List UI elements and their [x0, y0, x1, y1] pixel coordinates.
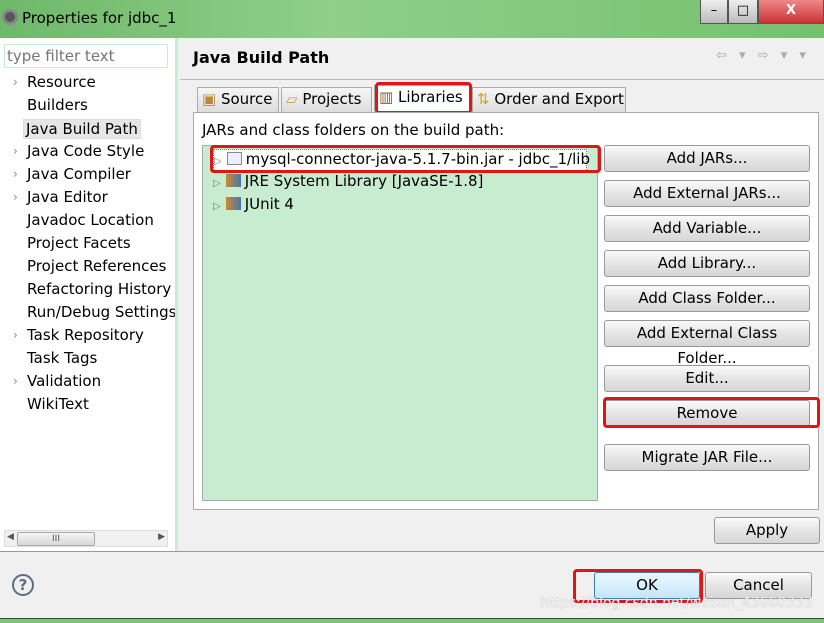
sidebar: › Resource Builders Java Build Path › Java Co… — [0, 38, 178, 551]
minimize-button[interactable]: – — [700, 0, 728, 24]
sidebar-item-label: Project Facets — [27, 234, 131, 252]
add-jars-button[interactable]: Add JARs... — [604, 145, 810, 172]
edit-button[interactable]: Edit... — [604, 365, 810, 392]
window-title: Properties for jdbc_1 — [22, 9, 177, 27]
sidebar-item[interactable]: Refactoring History — [0, 280, 175, 303]
sidebar-item-label: Resource — [27, 73, 96, 91]
list-item[interactable]: ▷ JRE System Library [JavaSE-1.8] — [213, 172, 483, 195]
source-icon: ▣ — [202, 90, 217, 108]
sidebar-item-label: Project References — [27, 257, 167, 275]
navigation-arrows-icon[interactable]: ⇦ ▾ ⇨ ▾ ▾ — [716, 48, 810, 63]
add-external-jars-button[interactable]: Add External JARs... — [604, 180, 810, 207]
sidebar-item-label: Java Code Style — [27, 142, 145, 160]
chevron-right-icon[interactable]: › — [13, 144, 18, 158]
add-external-class-folder-button[interactable]: Add External Class Folder... — [604, 320, 810, 367]
tab-source[interactable]: ▣ Source — [197, 87, 279, 112]
sidebar-item-label: Task Tags — [27, 349, 98, 367]
sidebar-item[interactable]: WikiText — [0, 395, 175, 418]
chevron-right-icon[interactable]: › — [13, 190, 18, 204]
chevron-right-icon[interactable]: › — [13, 328, 18, 342]
highlight-box — [375, 82, 472, 114]
sidebar-item[interactable]: › Resource — [0, 73, 175, 96]
horizontal-scrollbar[interactable]: ◀ III ▶ — [4, 530, 168, 547]
sidebar-item[interactable]: Java Build Path — [0, 119, 175, 142]
jars-label: JARs and class folders on the build path… — [202, 121, 505, 139]
page-title: Java Build Path — [193, 48, 330, 67]
tab-projects[interactable]: ▱ Projects — [281, 87, 372, 112]
library-icon — [225, 197, 241, 210]
sidebar-item[interactable]: Project References — [0, 257, 175, 280]
scroll-thumb[interactable]: III — [17, 532, 95, 546]
divider — [0, 551, 824, 552]
expand-icon[interactable]: ▷ — [213, 201, 221, 212]
sidebar-item[interactable]: › Task Repository — [0, 326, 175, 349]
sidebar-item[interactable]: Run/Debug Settings — [0, 303, 175, 326]
sidebar-item-label: Task Repository — [27, 326, 144, 344]
sidebar-item-label: Javadoc Location — [27, 211, 154, 229]
sidebar-item-label: Java Compiler — [27, 165, 131, 183]
help-icon[interactable]: ? — [12, 574, 34, 596]
chevron-right-icon[interactable]: › — [13, 167, 18, 181]
scroll-right-icon[interactable]: ▶ — [158, 532, 165, 542]
chevron-right-icon[interactable]: › — [13, 374, 18, 388]
sidebar-item-label: Java Build Path — [23, 119, 141, 139]
close-button[interactable]: X — [758, 0, 824, 24]
window-border — [0, 618, 824, 623]
title-bar: Properties for jdbc_1 – □ X — [0, 0, 824, 38]
add-class-folder-button[interactable]: Add Class Folder... — [604, 285, 810, 312]
list-item[interactable]: ▷ JUnit 4 — [213, 195, 294, 218]
sidebar-item-label: WikiText — [27, 395, 89, 413]
sidebar-item[interactable]: › Java Compiler — [0, 165, 175, 188]
highlight-box — [210, 145, 601, 173]
sidebar-item[interactable]: Builders — [0, 96, 175, 119]
sidebar-item[interactable]: Javadoc Location — [0, 211, 175, 234]
sidebar-item[interactable]: Task Tags — [0, 349, 175, 372]
maximize-button[interactable]: □ — [728, 0, 758, 24]
apply-button[interactable]: Apply — [714, 517, 820, 544]
sidebar-item-label: Run/Debug Settings — [27, 303, 175, 321]
migrate-jar-button[interactable]: Migrate JAR File... — [604, 444, 810, 471]
expand-icon[interactable]: ▷ — [213, 178, 221, 189]
folder-icon: ▱ — [286, 90, 298, 108]
divider — [180, 79, 824, 80]
library-list[interactable]: ▷ mysql-connector-java-5.1.7-bin.jar - jd… — [202, 145, 598, 501]
scroll-left-icon[interactable]: ◀ — [7, 532, 14, 542]
order-icon: ⇅ — [477, 90, 490, 108]
sidebar-item-label: Builders — [27, 96, 88, 114]
add-library-button[interactable]: Add Library... — [604, 250, 810, 277]
watermark: https://blog.csdn.net/weixin_43660333 — [540, 595, 814, 611]
sidebar-item[interactable]: › Validation — [0, 372, 175, 395]
sidebar-item-label: Validation — [27, 372, 102, 390]
highlight-box — [603, 397, 820, 428]
add-variable-button[interactable]: Add Variable... — [604, 215, 810, 242]
tab-order-and-export[interactable]: ⇅ Order and Export — [472, 87, 626, 112]
eclipse-icon — [2, 9, 18, 25]
sidebar-item[interactable]: › Java Editor — [0, 188, 175, 211]
sidebar-item-label: Java Editor — [27, 188, 108, 206]
chevron-right-icon[interactable]: › — [13, 75, 18, 89]
sidebar-item-label: Refactoring History — [27, 280, 172, 298]
filter-input[interactable] — [4, 44, 168, 68]
sidebar-item[interactable]: Project Facets — [0, 234, 175, 257]
library-icon — [225, 174, 241, 187]
sidebar-item[interactable]: › Java Code Style — [0, 142, 175, 165]
